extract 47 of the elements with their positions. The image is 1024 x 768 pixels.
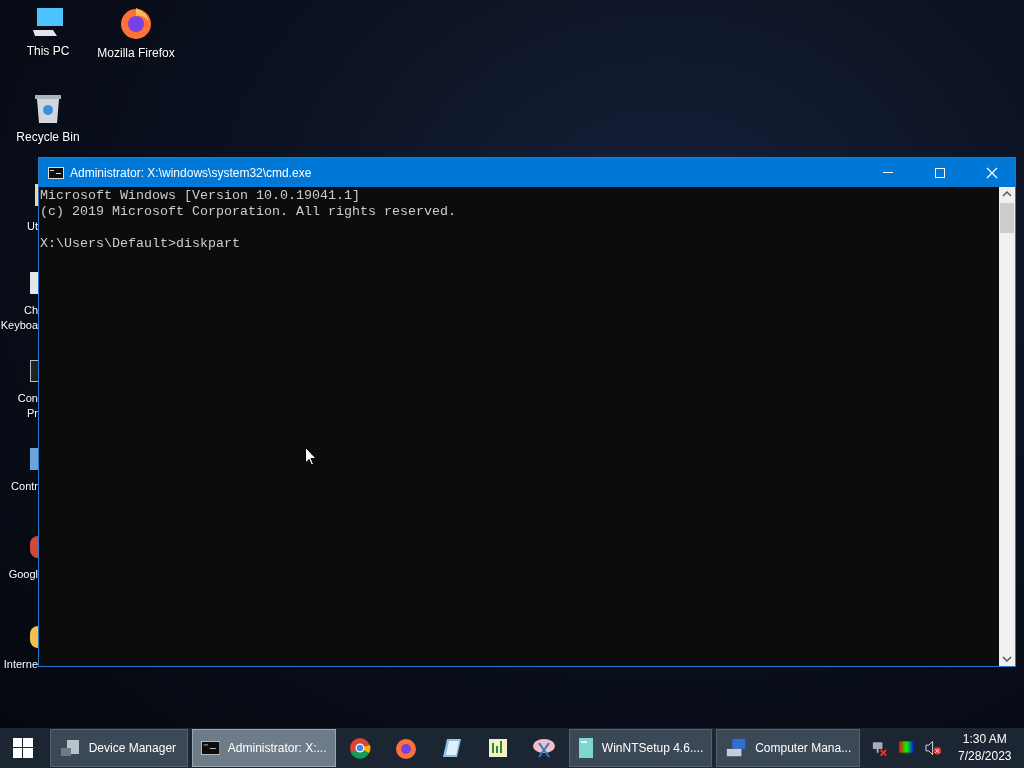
taskbar-button[interactable]: Computer Mana...	[716, 729, 861, 767]
scrollbar[interactable]	[999, 187, 1015, 666]
mouse-pointer-icon	[305, 447, 317, 466]
console-text: (c) 2019 Microsoft Corporation. All rights reserved.	[40, 204, 456, 219]
console-icon	[200, 740, 220, 756]
scroll-thumb[interactable]	[1000, 203, 1014, 233]
taskbar-button[interactable]: WinNTSetup 4.6....	[568, 729, 713, 767]
icon-label[interactable]: Recycle Bin	[16, 130, 80, 144]
console-text: Microsoft Windows [Version 10.0.19041.1]	[40, 188, 360, 203]
computer-icon[interactable]	[31, 6, 65, 38]
clock-time: 1:30 AM	[962, 731, 1007, 748]
clock[interactable]: 1:30 AM 7/28/2023	[949, 731, 1020, 765]
notepad-icon[interactable]	[441, 737, 464, 759]
minimize-icon	[883, 172, 893, 173]
firefox-icon[interactable]	[395, 737, 418, 759]
icon-label[interactable]: Con	[17, 391, 38, 406]
icon-label[interactable]: Keyboa	[0, 318, 38, 333]
document-icon	[577, 737, 594, 759]
icon-label[interactable]: Contr	[11, 479, 38, 494]
clock-date: 7/28/2023	[958, 748, 1012, 765]
windows-logo-icon	[12, 738, 33, 758]
icon-label[interactable]: Pr	[27, 406, 38, 421]
device-icon	[58, 738, 81, 758]
icon-label[interactable]: Ch	[23, 303, 38, 318]
taskbar-button[interactable]: Device Manager	[49, 729, 188, 767]
app-icon[interactable]	[30, 360, 38, 382]
app-icon[interactable]	[30, 626, 38, 648]
snipping-tool-icon[interactable]	[531, 737, 556, 759]
taskbar-button[interactable]: Administrator: X:...	[191, 729, 336, 767]
spreadsheet-icon[interactable]	[487, 737, 510, 759]
chrome-icon[interactable]	[349, 737, 372, 759]
computer-icon	[725, 737, 748, 759]
close-icon	[986, 166, 998, 179]
firefox-icon[interactable]	[119, 6, 153, 40]
window-title: Administrator: X:\windows\system32\cmd.exe	[70, 165, 312, 180]
icon-label[interactable]: This PC	[26, 44, 70, 58]
color-display-icon[interactable]	[898, 740, 916, 756]
speaker-muted-icon[interactable]	[925, 740, 943, 756]
icon-label[interactable]: Googl	[8, 567, 38, 582]
icon-label[interactable]: Mozilla Firefox	[97, 46, 175, 60]
icon-label[interactable]: Ut	[27, 219, 38, 234]
recycle-bin-icon[interactable]	[34, 94, 62, 124]
maximize-icon	[934, 166, 946, 179]
console-icon	[48, 166, 64, 179]
console-text: X:\Users\Default>diskpart	[40, 236, 240, 251]
network-icon[interactable]	[871, 740, 889, 756]
icon-label[interactable]: Interne	[3, 657, 38, 672]
